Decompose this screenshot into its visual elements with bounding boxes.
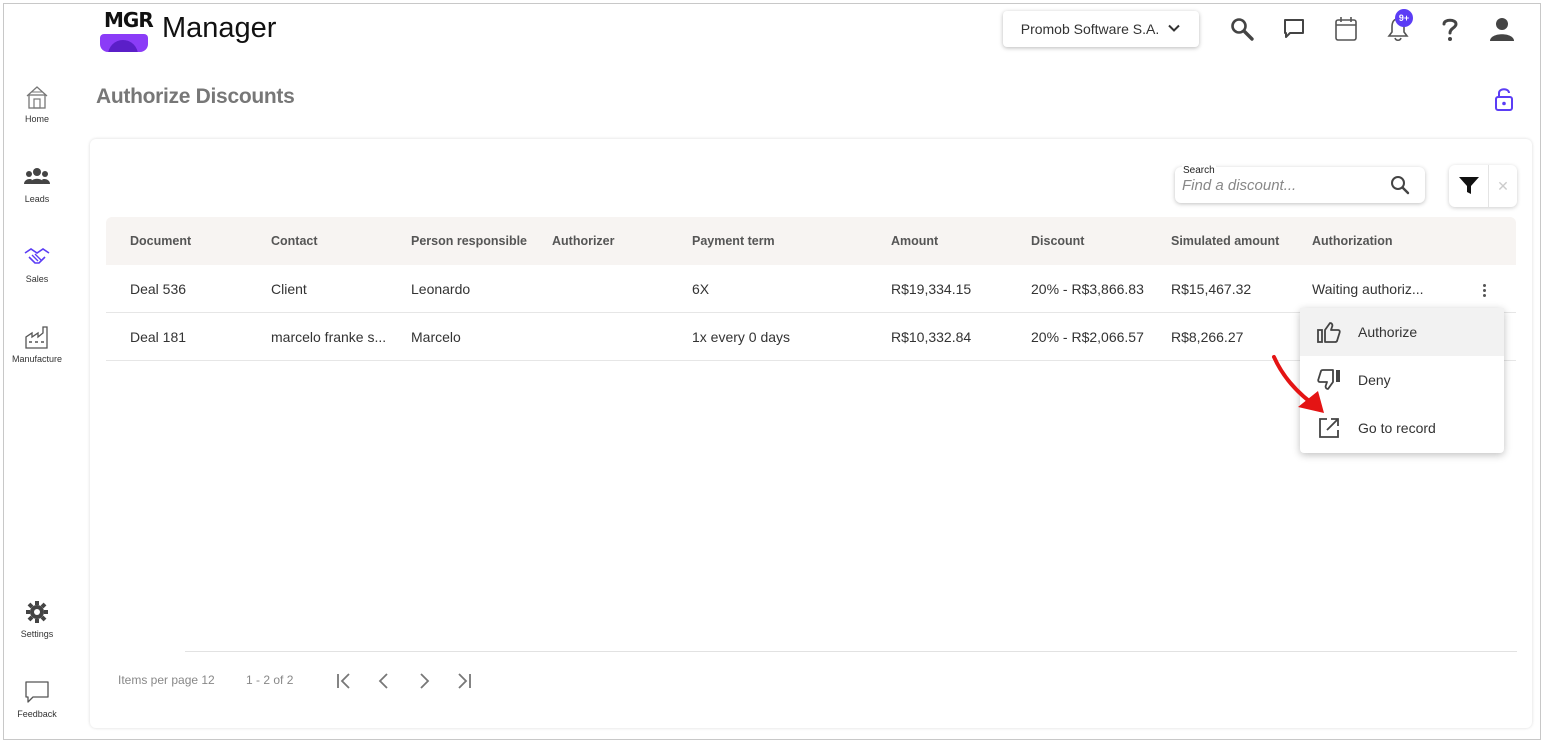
- sidebar-item-label: Sales: [25, 274, 49, 284]
- sidebar-item-label: Feedback: [17, 709, 57, 719]
- cell-discount: 20% - R$2,066.57: [1031, 329, 1144, 345]
- filter-group: ✕: [1449, 165, 1517, 207]
- column-header[interactable]: Person responsible: [411, 234, 527, 248]
- last-page-icon[interactable]: [451, 668, 477, 694]
- cell-document: Deal 536: [130, 281, 187, 297]
- column-header[interactable]: Payment term: [692, 234, 775, 248]
- sidebar-item-label: Leads: [24, 194, 50, 204]
- column-header[interactable]: Contact: [271, 234, 318, 248]
- next-page-icon[interactable]: [411, 668, 437, 694]
- search-label: Search: [1182, 165, 1216, 176]
- cell-payment-term: 6X: [692, 281, 710, 297]
- sidebar-item-sales[interactable]: Sales: [8, 244, 66, 284]
- cell-contact: Client: [271, 281, 307, 297]
- user-icon[interactable]: [1489, 16, 1515, 42]
- cell-document: Deal 181: [130, 329, 187, 345]
- cell-payment-term: 1x every 0 days: [692, 329, 791, 345]
- column-header[interactable]: Discount: [1031, 234, 1084, 248]
- calendar-icon[interactable]: [1333, 16, 1359, 42]
- handshake-icon: [8, 244, 66, 270]
- gear-icon: [8, 599, 66, 625]
- menu-item-label: Authorize: [1358, 324, 1418, 340]
- chevron-down-icon: [1167, 21, 1181, 38]
- unlock-icon[interactable]: [1492, 86, 1516, 117]
- cell-simulated-amount: R$15,467.32: [1171, 281, 1252, 297]
- cell-person: Marcelo: [411, 329, 461, 345]
- sidebar-item-leads[interactable]: Leads: [8, 164, 66, 204]
- notification-badge: 9+: [1395, 9, 1413, 27]
- cell-simulated-amount: R$8,266.27: [1171, 329, 1244, 345]
- menu-item-authorize[interactable]: Authorize: [1300, 308, 1504, 356]
- cell-authorization: Waiting authoriz...: [1312, 281, 1424, 297]
- chat-icon: [8, 679, 66, 705]
- table-row[interactable]: Deal 536 Client Leonardo 6X R$19,334.15 …: [106, 265, 1516, 313]
- cell-amount: R$19,334.15: [891, 281, 972, 297]
- first-page-icon[interactable]: [331, 668, 357, 694]
- clear-filter-icon[interactable]: ✕: [1489, 165, 1517, 207]
- company-selector[interactable]: Promob Software S.A.: [1003, 11, 1199, 47]
- column-header[interactable]: Amount: [891, 234, 938, 248]
- sidebar-item-label: Manufacture: [11, 354, 63, 364]
- logo-shape: [100, 34, 148, 52]
- cell-amount: R$10,332.84: [891, 329, 972, 345]
- page-range: 1 - 2 of 2: [246, 673, 294, 687]
- help-icon[interactable]: [1437, 16, 1463, 42]
- items-per-page[interactable]: Items per page 12: [118, 673, 215, 687]
- footer-divider: [185, 651, 1517, 652]
- search-input[interactable]: [1182, 177, 1382, 194]
- search-field[interactable]: Search: [1175, 165, 1425, 203]
- people-icon: [8, 164, 66, 190]
- column-header[interactable]: Document: [130, 234, 191, 248]
- sidebar-item-feedback[interactable]: Feedback: [8, 679, 66, 719]
- search-icon[interactable]: [1229, 16, 1255, 42]
- sidebar-item-label: Home: [24, 114, 49, 124]
- menu-item-label: Deny: [1358, 372, 1391, 388]
- page-title: Authorize Discounts: [96, 85, 295, 108]
- sidebar-item-home[interactable]: Home: [8, 84, 66, 124]
- column-header[interactable]: Authorizer: [552, 234, 615, 248]
- cell-person: Leonardo: [411, 281, 471, 297]
- column-header[interactable]: Simulated amount: [1171, 234, 1279, 248]
- logo-text: MGR: [104, 8, 154, 32]
- home-icon: [8, 84, 66, 110]
- cell-contact: marcelo franke s...: [271, 329, 387, 345]
- app-logo[interactable]: MGR: [100, 6, 154, 52]
- cell-discount: 20% - R$3,866.83: [1031, 281, 1144, 297]
- column-header[interactable]: Authorization: [1312, 234, 1393, 248]
- menu-item-label: Go to record: [1358, 420, 1436, 436]
- thumbs-up-icon: [1300, 320, 1358, 344]
- sidebar-item-manufacture[interactable]: Manufacture: [8, 324, 66, 364]
- filter-icon[interactable]: [1449, 165, 1489, 207]
- factory-icon: [8, 324, 66, 350]
- annotation-arrow: [1268, 353, 1332, 424]
- message-icon[interactable]: [1281, 16, 1307, 42]
- app-name: Manager: [162, 12, 277, 44]
- search-icon[interactable]: [1389, 174, 1411, 201]
- sidebar-item-settings[interactable]: Settings: [8, 599, 66, 639]
- sidebar-item-label: Settings: [20, 629, 54, 639]
- table-header: Document Contact Person responsible Auth…: [106, 217, 1516, 265]
- more-options-icon[interactable]: [1476, 280, 1492, 300]
- company-name: Promob Software S.A.: [1020, 21, 1160, 37]
- previous-page-icon[interactable]: [371, 668, 397, 694]
